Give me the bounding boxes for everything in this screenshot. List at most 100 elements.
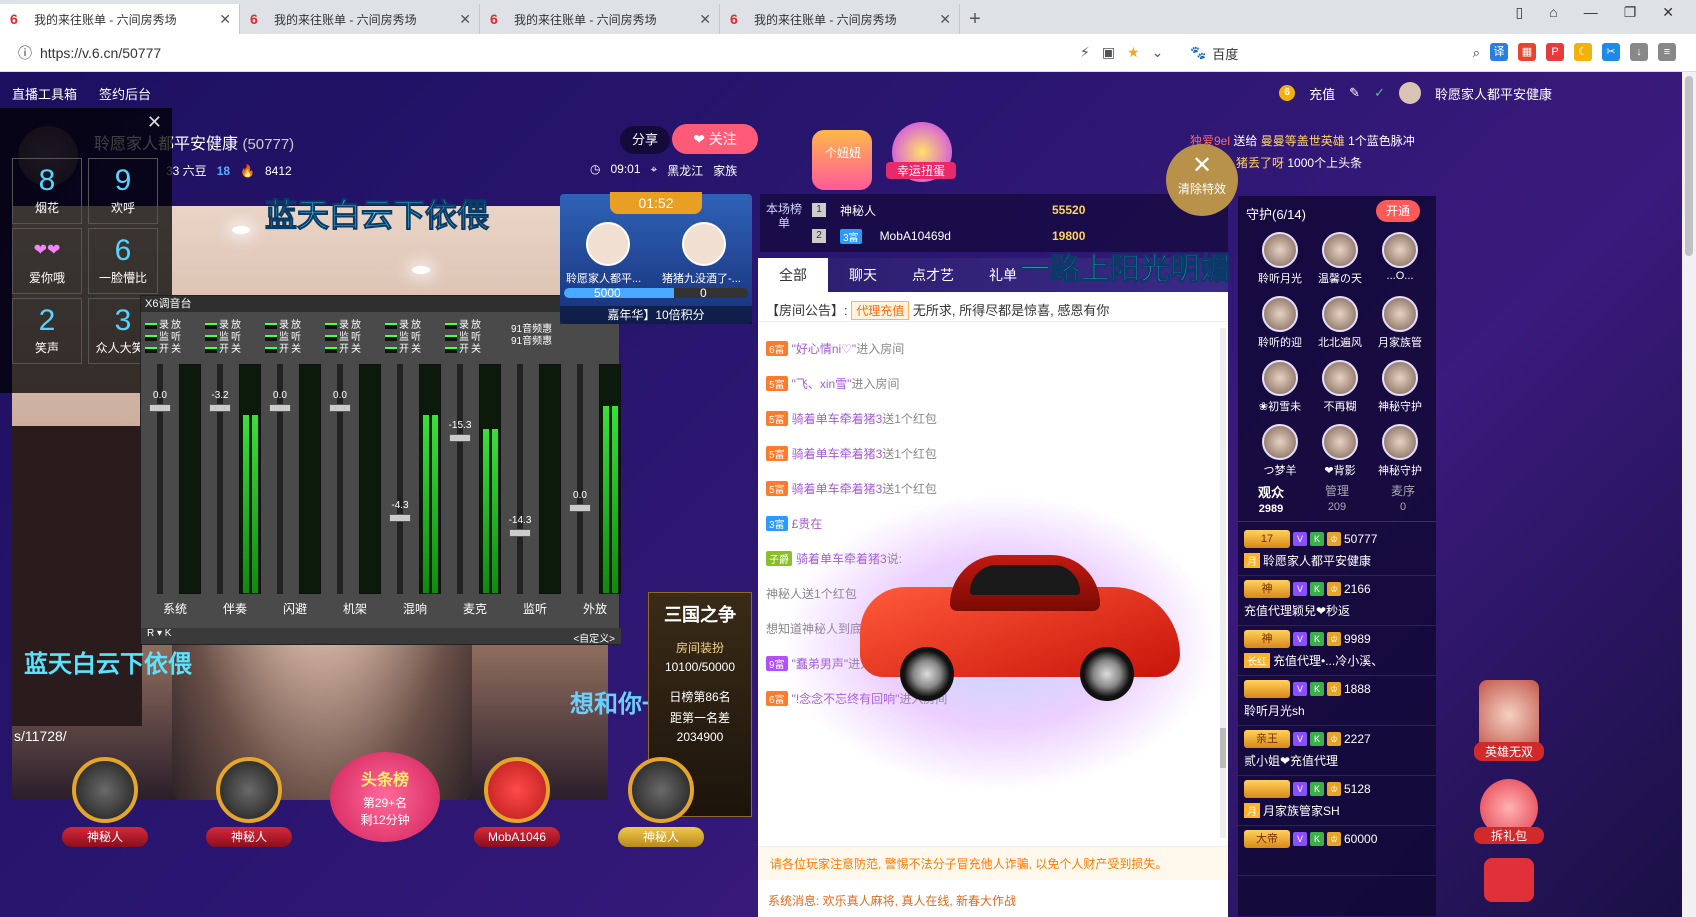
custom-preset[interactable]: <自定义> [573,630,615,645]
toplist-badge[interactable]: 头条榜 第29+名 剩12分钟 [330,752,440,842]
switch-row[interactable]: 录放 [205,320,265,332]
effect-item[interactable]: 2 笑声 [12,298,82,364]
fader-knob[interactable] [449,434,471,442]
close-window-icon[interactable]: ✕ [1662,4,1674,21]
guard-item[interactable]: 月家族管 [1370,296,1430,350]
follow-button[interactable]: ❤ 关注 [672,124,758,154]
pdf-icon[interactable]: P [1546,43,1564,61]
fader-knob[interactable] [509,529,531,537]
switch-row[interactable]: 监听 [385,332,445,344]
browser-tab-0[interactable]: 6 我的来往账单 - 六间房秀场 ✕ [0,4,240,34]
mixer-mode-buttons[interactable]: R ▾ K [147,628,171,639]
new-tab-button[interactable]: + [960,4,990,34]
fader-track[interactable] [457,364,463,594]
home-icon[interactable]: ⌂ [1549,4,1557,21]
download-icon[interactable]: ↓ [1630,43,1648,61]
switch-row[interactable]: 开关 [265,344,325,356]
close-icon[interactable]: ✕ [699,11,711,28]
switch-row[interactable]: 开关 [145,344,205,356]
qr-icon[interactable]: ▣ [1102,44,1115,61]
tab-admins[interactable]: 管理 209 [1304,476,1370,521]
switch-row[interactable]: 监听 [205,332,265,344]
search-box[interactable]: 🐾 百度 ⌕ [1190,41,1480,65]
tab-audience[interactable]: 观众 2989 [1238,476,1304,521]
guard-item[interactable]: 聆听的迎 [1250,296,1310,350]
close-icon[interactable]: ✕ [939,11,951,28]
share-button[interactable]: 分享 [620,126,670,154]
guard-item[interactable]: 温馨の天 [1310,232,1370,286]
rank-header[interactable]: 本场榜单 [766,202,802,230]
tab-chat[interactable]: 聊天 [828,258,898,292]
maximize-icon[interactable]: ❐ [1624,4,1637,21]
switch-row[interactable]: 录放 [445,320,505,332]
seat-4[interactable]: 神秘人 [618,757,704,847]
guard-item[interactable]: 神秘守护 [1370,360,1430,414]
chat-username[interactable]: "飞、xin雪" [792,377,852,391]
page-scroll-thumb[interactable] [1685,76,1693,256]
audience-row[interactable]: 17 V K ♔ 50777 月聆愿家人都平安健康 [1238,526,1436,576]
reader-icon[interactable]: ▯ [1516,4,1524,21]
chat-scrollbar[interactable] [1220,328,1226,838]
effect-item[interactable]: 6 一脸懵比 [88,228,158,294]
guard-item[interactable]: 聆听月光 [1250,232,1310,286]
audience-row[interactable]: 神 V K ♔ 9989 长红 充值代理•...冷小溪、 [1238,626,1436,676]
switch-row[interactable]: 录放 [265,320,325,332]
hero-promo-image[interactable] [1479,680,1539,750]
switch-row[interactable]: 监听 [445,332,505,344]
fader-knob[interactable] [149,404,171,412]
chevron-down-icon[interactable]: ⌄ [1152,44,1164,61]
audience-row[interactable]: V K ♔ 1888 聆听月光sh [1238,676,1436,726]
close-icon[interactable]: ✕ [459,11,471,28]
edit-icon[interactable]: ✎ [1349,85,1360,101]
switch-row[interactable]: 开关 [445,344,505,356]
fader-track[interactable] [397,364,403,594]
open-guard-button[interactable]: 开通 [1376,200,1420,222]
check-icon[interactable]: ✓ [1374,85,1385,101]
close-icon[interactable]: ✕ [219,11,231,28]
chat-username[interactable]: "好心情ni♡" [792,342,857,356]
red-envelope-icon[interactable] [1484,858,1534,902]
tab-talent[interactable]: 点才艺 [898,258,968,292]
guard-item[interactable]: 不再糊 [1310,360,1370,414]
fader-knob[interactable] [209,404,231,412]
switch-row[interactable]: 监听 [265,332,325,344]
fader-track[interactable] [577,364,583,594]
tab-mic-queue[interactable]: 麦序 0 [1370,476,1436,521]
star-icon[interactable]: ★ [1127,44,1140,61]
audience-row[interactable]: 亲王 V K ♔ 2227 贰小姐❤充值代理 [1238,726,1436,776]
chat-scroll-thumb[interactable] [1220,728,1226,768]
fader-track[interactable] [517,364,523,594]
guard-item[interactable]: ❀初雪未 [1250,360,1310,414]
recharge-agent-button[interactable]: 代理充值 [851,301,910,320]
guard-item[interactable]: つ梦羊 [1250,424,1310,478]
pk-right-avatar[interactable] [682,222,726,266]
moon-icon[interactable]: ☾ [1574,43,1592,61]
seat-2[interactable]: 神秘人 [206,757,292,847]
menu-icon[interactable]: ≡ [1658,43,1676,61]
minimize-icon[interactable]: — [1584,4,1598,21]
audience-row[interactable]: 神 V K ♔ 2166 充值代理颖兒❤秒返 [1238,576,1436,626]
rank-row[interactable]: 2 3富 MobA10469d 19800 [812,224,1085,248]
guard-item[interactable]: ...O... [1370,232,1430,286]
switch-row[interactable]: 开关 [385,344,445,356]
apps-icon[interactable]: ▦ [1518,43,1536,61]
tools-link[interactable]: 直播工具箱 [12,84,77,103]
switch-row[interactable]: 开关 [205,344,265,356]
lightning-icon[interactable]: ⚡ [1080,44,1090,61]
chat-username[interactable]: 骑着单车牵着猪3 [792,412,883,426]
browser-tab-2[interactable]: 6 我的来往账单 - 六间房秀场 ✕ [480,4,720,34]
audience-row[interactable]: 大帝 V K ♔ 60000 [1238,826,1436,876]
effect-item[interactable]: ❤❤ 爱你哦 [12,228,82,294]
rank-row[interactable]: 1 神秘人 55520 [812,198,1085,222]
pk-left-avatar[interactable] [586,222,630,266]
translate-icon[interactable]: 译 [1490,43,1508,61]
avatar[interactable] [1398,82,1421,104]
browser-tab-3[interactable]: 6 我的来往账单 - 六间房秀场 ✕ [720,4,960,34]
browser-tab-1[interactable]: 6 我的来往账单 - 六间房秀场 ✕ [240,4,480,34]
audience-row[interactable]: V K ♔ 5128 月月家族管家SH [1238,776,1436,826]
seat-1[interactable]: 神秘人 [62,757,148,847]
guard-item[interactable]: ❤背影 [1310,424,1370,478]
switch-row[interactable]: 录放 [325,320,385,332]
recharge-link[interactable]: 充值 [1309,84,1335,103]
fader-knob[interactable] [569,504,591,512]
